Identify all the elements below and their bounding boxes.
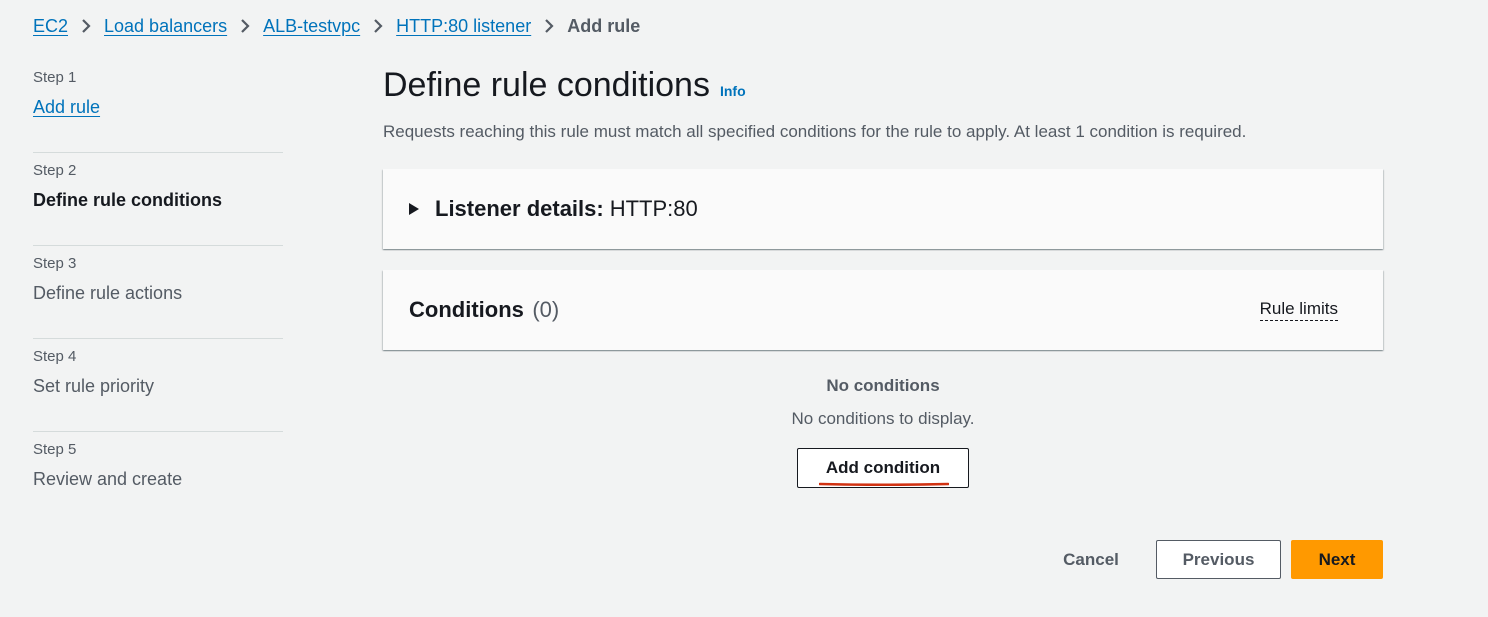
breadcrumb-ec2[interactable]: EC2 (33, 16, 68, 37)
step-number: Step 4 (33, 348, 77, 365)
breadcrumb-listener[interactable]: HTTP:80 listener (396, 16, 531, 37)
chevron-right-icon (531, 18, 567, 34)
conditions-panel: Conditions (0) Rule limits (383, 270, 1383, 350)
previous-button[interactable]: Previous (1156, 540, 1281, 579)
step-title: Define rule actions (33, 283, 183, 303)
empty-state-description: No conditions to display. (791, 409, 975, 428)
step-title: Set rule priority (33, 376, 155, 396)
main-content: Define rule conditions Info Requests rea… (383, 66, 1383, 488)
rule-limits-link[interactable]: Rule limits (1259, 299, 1338, 321)
chevron-right-icon (68, 18, 104, 34)
step-link-add-rule[interactable]: Add rule (33, 96, 283, 118)
wizard-step-1: Step 1 Add rule (33, 60, 283, 153)
caret-right-icon (409, 203, 419, 215)
breadcrumb-load-balancers[interactable]: Load balancers (104, 16, 227, 37)
wizard-step-4: Step 4 Set rule priority (33, 339, 283, 432)
chevron-right-icon (360, 18, 396, 34)
page-description: Requests reaching this rule must match a… (383, 122, 1247, 141)
step-title: Review and create (33, 469, 183, 489)
page-title: Define rule conditions (383, 66, 710, 104)
listener-details-value: HTTP:80 (609, 196, 698, 221)
add-condition-label: Add condition (825, 458, 941, 477)
next-button[interactable]: Next (1291, 540, 1383, 579)
wizard-actions: Cancel Previous Next (383, 540, 1383, 579)
info-link[interactable]: Info (720, 83, 746, 99)
conditions-empty-state: No conditions No conditions to display. … (383, 374, 1383, 488)
step-title-current: Define rule conditions (33, 190, 223, 210)
page-root: EC2 Load balancers ALB-testvpc HTTP:80 l… (0, 0, 1488, 617)
page-header: Define rule conditions Info (383, 66, 1383, 110)
wizard-steps: Step 1 Add rule Step 2 Define rule condi… (33, 60, 283, 525)
wizard-step-2: Step 2 Define rule conditions (33, 153, 283, 246)
step-number: Step 2 (33, 162, 77, 179)
step-number: Step 3 (33, 255, 77, 272)
step-number: Step 1 (33, 69, 77, 86)
listener-details-expander[interactable]: Listener details: HTTP:80 (383, 169, 1383, 249)
breadcrumb-current: Add rule (567, 15, 641, 36)
conditions-heading: Conditions (0) (409, 297, 559, 323)
breadcrumb: EC2 Load balancers ALB-testvpc HTTP:80 l… (33, 14, 640, 38)
conditions-title: Conditions (409, 297, 524, 322)
listener-details-label: Listener details: (435, 196, 604, 221)
annotation-underline (819, 482, 949, 486)
conditions-count: (0) (532, 297, 560, 322)
breadcrumb-load-balancer[interactable]: ALB-testvpc (263, 16, 360, 37)
add-condition-button[interactable]: Add condition (797, 448, 969, 488)
empty-state-title: No conditions (826, 376, 940, 395)
wizard-step-3: Step 3 Define rule actions (33, 246, 283, 339)
chevron-right-icon (227, 18, 263, 34)
wizard-step-5: Step 5 Review and create (33, 432, 283, 525)
step-number: Step 5 (33, 441, 77, 458)
cancel-button[interactable]: Cancel (1043, 540, 1139, 579)
